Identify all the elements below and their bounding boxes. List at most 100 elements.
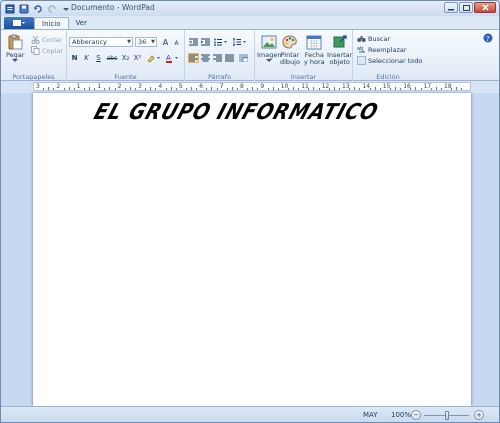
increase-indent-icon [201, 38, 210, 46]
ruler-number: 1 [97, 83, 102, 90]
title-bar: Documento - WordPad [1, 1, 499, 16]
ruler-tick [374, 87, 376, 90]
paragraph-settings-button[interactable] [238, 53, 249, 63]
strikethrough-button[interactable]: abc [105, 53, 119, 63]
ruler-tick [267, 88, 269, 90]
document-page[interactable]: EL GRUPO INFORMATICO [33, 93, 471, 406]
bullet-list-icon [214, 38, 227, 46]
group-insertar: Imagen Pintar dibujo Fecha y hora Insert… [255, 30, 353, 82]
ruler-tick [185, 88, 187, 90]
window-controls [444, 2, 496, 13]
italic-button[interactable]: K [81, 53, 92, 63]
ruler-tick [277, 88, 279, 90]
ruler-tick [313, 87, 315, 90]
ruler-tick [216, 88, 218, 90]
line-spacing-button[interactable] [232, 37, 248, 47]
highlight-button[interactable] [146, 53, 162, 63]
zoom-level: 100% [391, 411, 412, 419]
insert-object-button[interactable]: Insertar objeto [327, 34, 352, 66]
ruler-tick [389, 88, 391, 90]
ruler-area: 3 2 1 1 2 3 4 5 6 7 8 9 10 11 12 13 14 15 16 17 18 [1, 81, 499, 93]
ruler-tick [420, 88, 422, 90]
calendar-icon [306, 35, 322, 50]
datetime-button[interactable]: Fecha y hora [304, 34, 325, 66]
highlighter-icon [147, 55, 160, 62]
ruler-tick [63, 88, 65, 90]
ruler-tick [114, 88, 116, 90]
ruler-tick [231, 87, 233, 90]
svg-text:?: ? [486, 35, 490, 43]
ruler-number: 9 [260, 83, 265, 90]
ruler-tick [226, 88, 228, 90]
increase-indent-button[interactable] [200, 37, 211, 47]
bullets-button[interactable] [213, 37, 229, 47]
align-right-button[interactable] [212, 53, 223, 63]
ruler-tick [272, 87, 274, 90]
tab-ver[interactable]: Ver [69, 17, 94, 29]
ruler-number: 4 [158, 83, 163, 90]
ruler-number: 2 [117, 83, 122, 90]
ruler-number: 1 [76, 83, 81, 90]
group-label-insertar: Insertar [290, 73, 317, 81]
align-left-button[interactable] [188, 53, 199, 63]
ruler-tick [53, 88, 55, 90]
copy-button[interactable]: Copiar [31, 46, 63, 55]
ruler-tick [252, 87, 254, 90]
ruler-tick [134, 88, 136, 90]
minimize-button[interactable] [444, 2, 458, 13]
decrease-indent-button[interactable] [188, 37, 199, 47]
ruler-tick [129, 87, 131, 90]
select-all-button[interactable]: Seleccionar todo [357, 56, 422, 65]
svg-text:ab: ab [357, 46, 363, 52]
horizontal-ruler[interactable]: 3 2 1 1 2 3 4 5 6 7 8 9 10 11 12 13 14 15 16 17 18 [33, 82, 471, 91]
decrease-indent-icon [189, 38, 198, 46]
grow-font-button[interactable]: A [160, 37, 171, 47]
chevron-down-icon [12, 59, 19, 62]
menu-icon [13, 20, 25, 26]
ruler-tick [354, 87, 356, 90]
ruler-tick [104, 88, 106, 90]
chevron-down-icon [266, 59, 273, 62]
help-button[interactable]: ? [483, 33, 493, 45]
font-name-combo[interactable]: Abberancy ▼ [69, 37, 133, 47]
picture-icon [261, 35, 277, 49]
find-button[interactable]: Buscar [357, 34, 390, 43]
zoom-slider-thumb[interactable] [444, 411, 449, 420]
ruler-tick [165, 88, 167, 90]
ruler-tick [145, 88, 147, 90]
chevron-down-icon: ▼ [127, 39, 131, 45]
group-parrafo: Párrafo [185, 30, 255, 82]
select-all-icon [357, 56, 366, 65]
ruler-tick [338, 88, 340, 90]
wordpad-window: Documento - WordPad Inicio Ver Pegar Cor… [0, 0, 500, 423]
ruler-tick [287, 88, 289, 90]
app-menu-button[interactable] [4, 17, 34, 29]
paste-button[interactable]: Pegar [6, 34, 24, 63]
superscript-button[interactable]: X² [132, 53, 143, 63]
ruler-tick [440, 88, 442, 90]
maximize-button[interactable] [459, 2, 473, 13]
close-button[interactable] [474, 2, 496, 13]
bold-button[interactable]: N [69, 53, 80, 63]
cut-button[interactable]: Cortar [31, 35, 62, 44]
subscript-button[interactable]: X₂ [120, 53, 131, 63]
status-bar: MAY 100% − + [1, 406, 499, 422]
shrink-font-button[interactable]: A [171, 38, 182, 48]
ruler-tick [175, 88, 177, 90]
align-center-button[interactable] [200, 53, 211, 63]
document-text[interactable]: EL GRUPO INFORMATICO [91, 99, 382, 124]
caps-lock-indicator: MAY [363, 411, 378, 419]
zoom-in-button[interactable]: + [474, 410, 484, 420]
underline-button[interactable]: S [93, 53, 104, 63]
replace-button[interactable]: ab Reemplazar [357, 45, 407, 54]
paint-drawing-button[interactable]: Pintar dibujo [280, 34, 300, 66]
font-color-button[interactable]: A [164, 53, 180, 63]
ruler-number: 3 [138, 83, 142, 90]
justify-button[interactable] [224, 53, 235, 63]
image-button[interactable]: Imagen [257, 34, 281, 63]
tab-inicio[interactable]: Inicio [34, 17, 69, 29]
zoom-out-button[interactable]: − [411, 410, 421, 420]
replace-icon: ab [357, 46, 366, 53]
font-size-combo[interactable]: 36 ▼ [135, 37, 157, 47]
ruler-tick [451, 88, 453, 90]
